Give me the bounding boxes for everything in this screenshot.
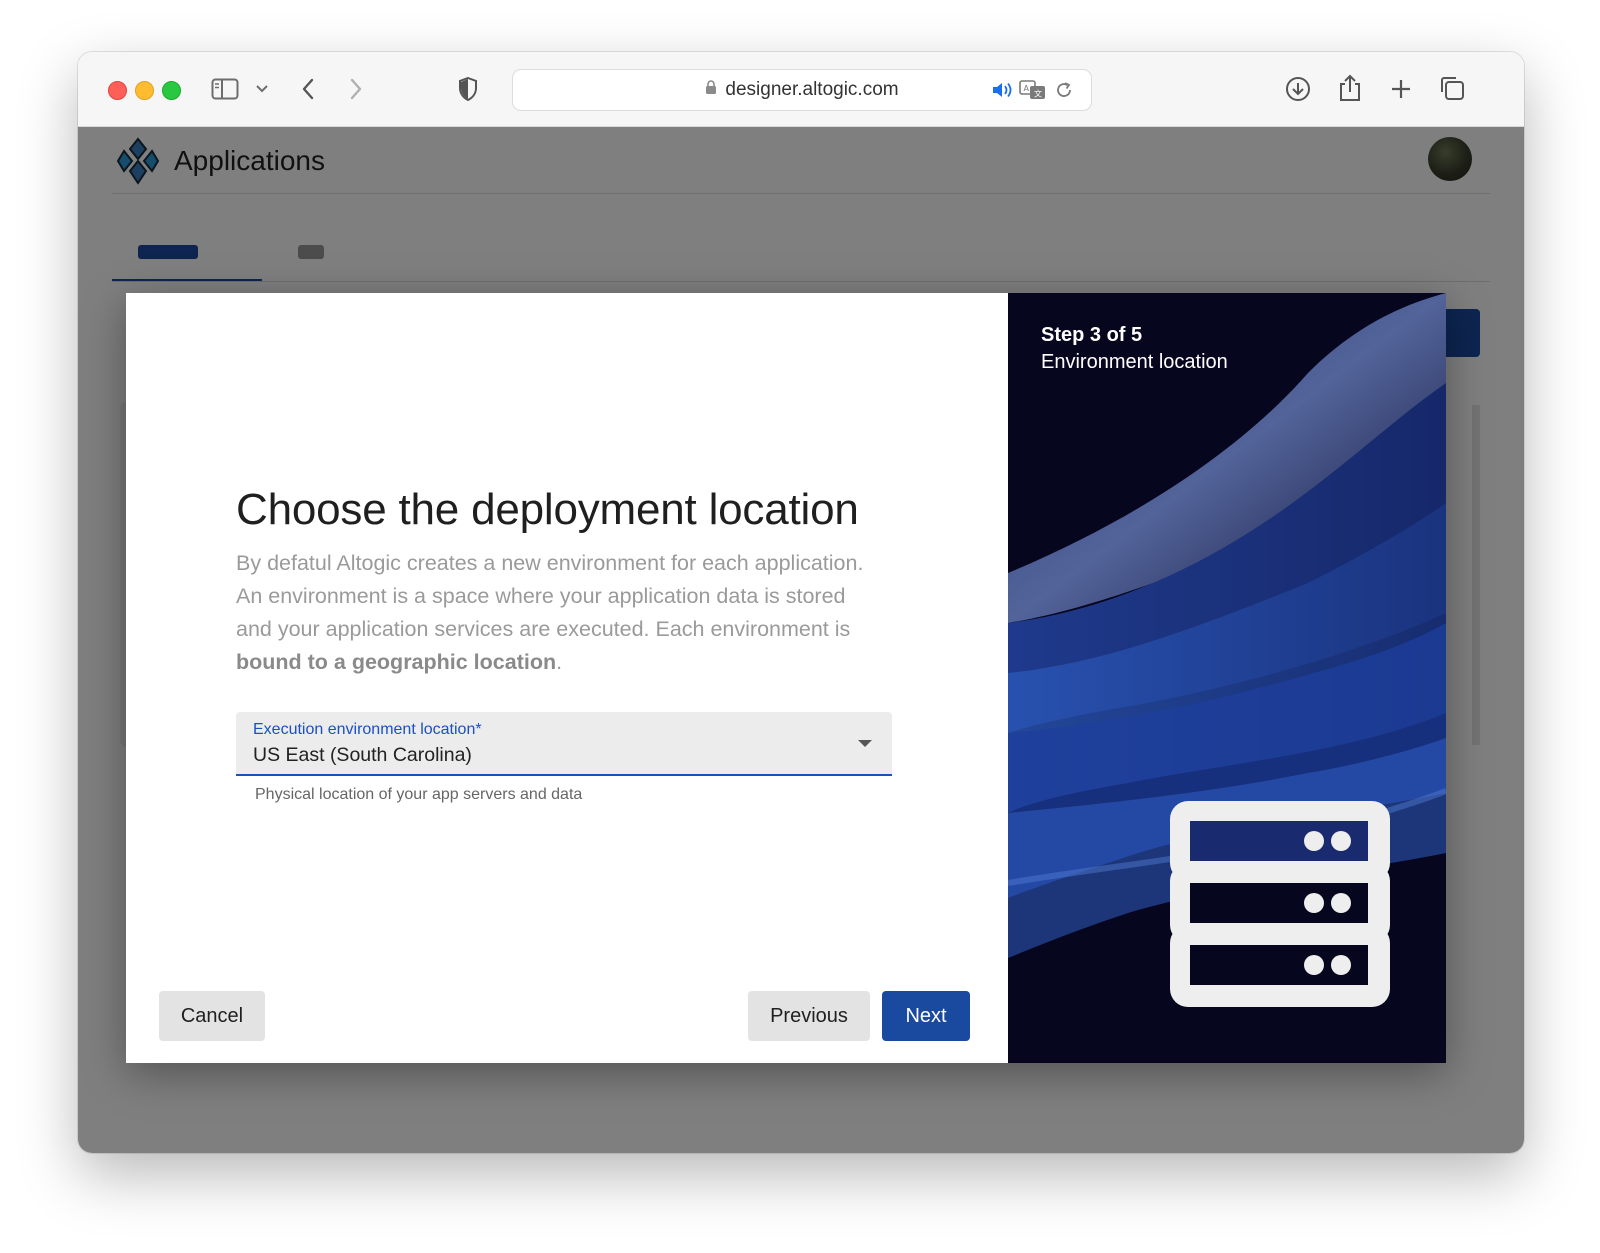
field-helper-text: Physical location of your app servers an… <box>255 786 583 803</box>
cancel-button[interactable]: Cancel <box>159 991 265 1041</box>
tab-overview-icon[interactable] <box>1438 74 1466 102</box>
speaker-icon[interactable] <box>991 79 1013 101</box>
lock-icon <box>705 79 717 101</box>
field-label: Execution environment location <box>253 721 476 738</box>
dialog-title: Choose the deployment location <box>236 485 859 534</box>
sidebar-icon[interactable] <box>210 76 240 102</box>
dialog-content: Choose the deployment location By defatu… <box>126 293 1008 1063</box>
location-select[interactable]: Execution environment location* US East … <box>236 712 892 776</box>
next-button[interactable]: Next <box>882 991 970 1041</box>
dialog-description: By defatul Altogic creates a new environ… <box>236 547 886 679</box>
new-tab-icon[interactable] <box>1388 76 1414 102</box>
create-app-dialog: Choose the deployment location By defatu… <box>126 293 1446 1063</box>
description-emphasis: bound to a geographic location <box>236 650 557 674</box>
description-text: By defatul Altogic creates a new environ… <box>236 551 864 641</box>
close-window-button[interactable] <box>108 81 127 100</box>
location-select-label: Execution environment location* <box>253 721 482 739</box>
required-mark: * <box>475 721 482 738</box>
browser-window: designer.altogic.com A文 Choose the deplo… <box>78 52 1524 1153</box>
previous-button[interactable]: Previous <box>748 991 870 1041</box>
dialog-side-panel: Step 3 of 5 Environment location <box>1008 293 1446 1063</box>
minimize-window-button[interactable] <box>135 81 154 100</box>
reload-icon[interactable] <box>1053 79 1075 101</box>
forward-arrow-icon[interactable] <box>346 76 366 102</box>
svg-text:文: 文 <box>1034 89 1042 99</box>
server-stack-icon <box>1170 801 1390 1012</box>
svg-text:A: A <box>1024 84 1030 93</box>
share-icon[interactable] <box>1336 72 1364 104</box>
translate-icon[interactable]: A文 <box>1019 78 1047 102</box>
chevron-down-icon[interactable] <box>254 82 270 96</box>
back-arrow-icon[interactable] <box>298 76 318 102</box>
description-end: . <box>556 650 563 674</box>
browser-toolbar: designer.altogic.com A文 <box>78 52 1524 127</box>
address-bar[interactable]: designer.altogic.com A文 <box>512 69 1092 111</box>
url-text: designer.altogic.com <box>725 79 899 100</box>
location-select-value: US East (South Carolina) <box>253 744 472 766</box>
dropdown-arrow-icon[interactable] <box>858 740 872 747</box>
step-subtitle: Environment location <box>1041 351 1228 373</box>
app-page: Applications Choose the deployment locat… <box>78 127 1524 1153</box>
download-icon[interactable] <box>1284 74 1312 104</box>
zoom-window-button[interactable] <box>162 81 181 100</box>
step-indicator: Step 3 of 5 <box>1041 324 1143 346</box>
privacy-shield-icon[interactable] <box>456 75 480 103</box>
